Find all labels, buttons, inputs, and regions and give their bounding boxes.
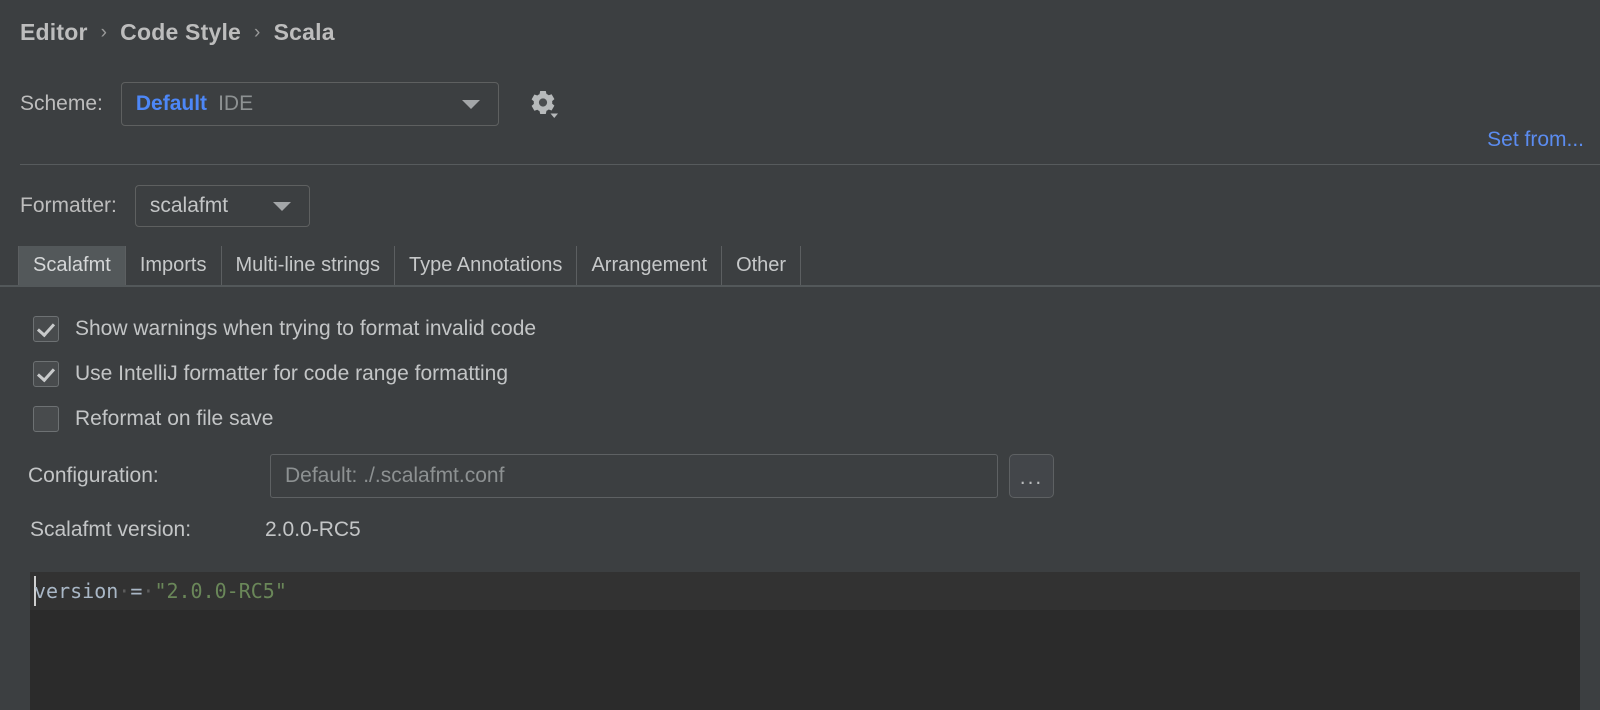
tab-scalafmt[interactable]: Scalafmt — [18, 246, 126, 285]
code-token-identifier: version — [34, 579, 119, 603]
breadcrumb-item-code-style[interactable]: Code Style — [120, 19, 241, 46]
checkbox-label: Use IntelliJ formatter for code range fo… — [75, 362, 509, 385]
tab-label: Multi-line strings — [235, 254, 380, 276]
formatter-label: Formatter: — [20, 194, 117, 217]
tab-underline — [0, 285, 1600, 287]
checkbox-reformat-on-file-save[interactable] — [33, 406, 59, 432]
tab-label: Type Annotations — [408, 254, 563, 276]
gear-icon[interactable] — [526, 87, 560, 121]
scheme-row: Scheme: Default IDE — [20, 82, 560, 126]
tab-arrangement[interactable]: Arrangement — [577, 246, 723, 285]
browse-button[interactable]: ... — [1009, 454, 1054, 498]
checkbox-label: Reformat on file save — [75, 407, 274, 430]
configuration-input[interactable]: Default: ./.scalafmt.conf — [270, 454, 998, 498]
formatter-value: scalafmt — [149, 194, 229, 217]
checkbox-row-use-intellij-formatter[interactable]: Use IntelliJ formatter for code range fo… — [33, 359, 508, 389]
code-whitespace-dot: · — [142, 579, 155, 603]
formatter-row: Formatter: scalafmt — [20, 185, 310, 227]
scheme-label: Scheme: — [20, 92, 103, 115]
scheme-value: Default — [135, 92, 208, 115]
breadcrumb: Editor › Code Style › Scala — [20, 16, 335, 48]
code-line: version · = · "2.0.0-RC5" — [34, 572, 287, 610]
tab-other[interactable]: Other — [722, 246, 802, 285]
scalafmt-conf-editor[interactable]: version · = · "2.0.0-RC5" — [30, 572, 1580, 710]
checkbox-show-warnings[interactable] — [33, 316, 59, 342]
scheme-scope-label: IDE — [218, 92, 254, 115]
tab-type-annotations[interactable]: Type Annotations — [394, 246, 578, 285]
checkbox-label: Show warnings when trying to format inva… — [75, 317, 537, 340]
chevron-down-icon — [461, 100, 480, 109]
tab-label: Arrangement — [591, 254, 708, 276]
configuration-row: Configuration: Default: ./.scalafmt.conf… — [28, 454, 1054, 498]
tab-bar: Scalafmt Imports Multi-line strings Type… — [0, 246, 1600, 287]
header-divider — [20, 164, 1600, 165]
chevron-down-icon — [272, 202, 291, 211]
tab-strip: Scalafmt Imports Multi-line strings Type… — [18, 246, 802, 285]
tab-imports[interactable]: Imports — [125, 246, 222, 285]
breadcrumb-item-scala: Scala — [273, 18, 335, 45]
scalafmt-version-label: Scalafmt version: — [30, 518, 192, 541]
code-token-operator: = — [130, 579, 143, 603]
scalafmt-version-value: 2.0.0-RC5 — [265, 518, 361, 541]
breadcrumb-separator-icon: › — [254, 21, 261, 43]
set-from-link[interactable]: Set from... — [1487, 128, 1584, 152]
configuration-label: Configuration: — [28, 464, 159, 487]
breadcrumb-separator-icon: › — [100, 21, 108, 43]
checkbox-use-intellij-formatter[interactable] — [33, 361, 59, 387]
configuration-placeholder: Default: ./.scalafmt.conf — [285, 464, 505, 487]
checkbox-row-reformat-on-file-save[interactable]: Reformat on file save — [33, 404, 273, 434]
tab-label: Imports — [139, 254, 207, 276]
formatter-dropdown[interactable]: scalafmt — [134, 185, 310, 227]
tab-multi-line-strings[interactable]: Multi-line strings — [221, 246, 395, 285]
tab-label: Other — [736, 254, 787, 276]
settings-page: Editor › Code Style › Scala Scheme: Defa… — [0, 0, 1600, 710]
breadcrumb-item-editor[interactable]: Editor — [20, 19, 88, 46]
scalafmt-version-row: Scalafmt version: 2.0.0-RC5 — [30, 516, 361, 544]
checkbox-row-show-warnings[interactable]: Show warnings when trying to format inva… — [33, 314, 536, 344]
code-token-string: "2.0.0-RC5" — [154, 579, 287, 603]
scheme-dropdown[interactable]: Default IDE — [120, 82, 499, 126]
code-whitespace-dot: · — [118, 579, 131, 603]
tab-label: Scalafmt — [33, 254, 111, 276]
